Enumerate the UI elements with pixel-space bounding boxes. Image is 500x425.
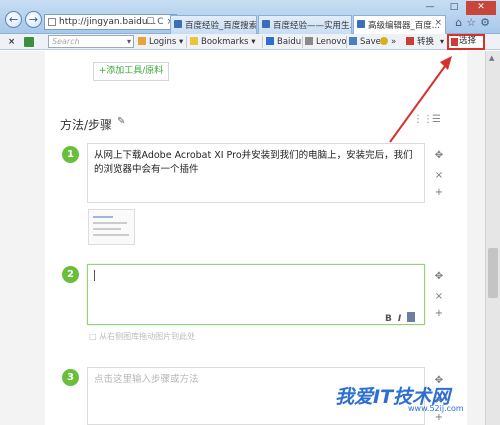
watermark-url: www.52ij.com bbox=[408, 404, 464, 413]
italic-button[interactable]: I bbox=[398, 314, 401, 324]
plugin-icon bbox=[380, 37, 388, 45]
bold-button[interactable]: B bbox=[385, 314, 392, 324]
move-icon[interactable]: ✥ bbox=[433, 271, 445, 282]
list-view-icon[interactable]: ☰ bbox=[432, 114, 441, 125]
tab-label: 高级编辑器_百度... bbox=[368, 21, 440, 31]
window-controls: — □ ✕ bbox=[418, 1, 496, 15]
toolbar-divider bbox=[262, 36, 263, 48]
tab-label: 百度经验_百度搜索 bbox=[185, 21, 257, 31]
text-cursor bbox=[94, 270, 95, 281]
add-icon[interactable]: + bbox=[433, 412, 445, 423]
add-icon[interactable]: + bbox=[433, 308, 445, 319]
step-3-placeholder: 点击这里输入步骤或方法 bbox=[94, 374, 199, 385]
convert-button[interactable]: 转换 bbox=[406, 36, 434, 48]
tab-baidu-jingyan[interactable]: 百度经验——实用生... bbox=[258, 15, 352, 34]
addon-toolbar: × Search ▾ Logins ▾ Bookmarks ▾ Baidu Le… bbox=[0, 34, 500, 50]
maximize-button[interactable]: □ bbox=[442, 1, 466, 15]
baidu-tab-icon bbox=[357, 20, 365, 28]
browser-tool-icons[interactable]: ⌂☆⚙ bbox=[455, 16, 494, 29]
bookmarks-menu[interactable]: Bookmarks ▾ bbox=[190, 36, 255, 48]
tab-close-icon[interactable]: × bbox=[434, 18, 442, 28]
tab-label: 百度经验——实用生... bbox=[273, 21, 352, 31]
scroll-up-icon[interactable]: ▲ bbox=[489, 54, 494, 62]
vertical-scrollbar[interactable]: ▲ bbox=[485, 51, 500, 425]
add-tool-button[interactable]: +添加工具/原料 bbox=[93, 62, 169, 81]
step-1-input[interactable]: 从网上下载Adobe Acrobat XI Pro并安装到我们的电脑上，安装完后… bbox=[87, 143, 425, 203]
save-button[interactable]: Save bbox=[349, 36, 381, 48]
pencil-icon[interactable]: ✎ bbox=[117, 116, 125, 127]
image-hint-text: 从右侧图库拖动图片到此处 bbox=[99, 332, 196, 341]
image-icon[interactable] bbox=[407, 312, 416, 322]
browser-titlebar: ← → http://jingyan.baidu... ☐ C × 百度经验_百… bbox=[0, 0, 500, 34]
page-icon bbox=[305, 37, 313, 45]
toolbar-divider bbox=[302, 36, 303, 48]
select-button[interactable]: 选择 bbox=[447, 34, 485, 50]
delete-icon[interactable]: × bbox=[433, 291, 445, 302]
address-text: http://jingyan.baidu... bbox=[59, 17, 157, 27]
select-icon bbox=[451, 38, 458, 46]
add-icon[interactable]: + bbox=[433, 187, 445, 198]
baidu-link[interactable]: Baidu bbox=[266, 36, 301, 48]
baidu-tab-icon bbox=[262, 20, 270, 28]
image-hint-icon: □ bbox=[89, 332, 100, 341]
lenovo-label: Lenovo bbox=[316, 37, 347, 47]
tab-baidu-search[interactable]: 百度经验_百度搜索 bbox=[170, 15, 257, 34]
toolbar-close-icon[interactable]: × bbox=[8, 36, 15, 48]
step-2-input[interactable] bbox=[87, 264, 425, 325]
logins-menu[interactable]: Logins ▾ bbox=[138, 36, 183, 48]
chevron-down-icon[interactable]: ▾ bbox=[127, 36, 131, 47]
save-icon bbox=[349, 37, 357, 45]
baidu-tab-icon bbox=[174, 20, 182, 28]
section-title: 方法/步骤 bbox=[60, 118, 113, 132]
page-icon bbox=[48, 18, 56, 26]
grid-icon[interactable] bbox=[24, 37, 34, 47]
baidu-icon bbox=[266, 37, 274, 45]
move-icon[interactable]: ✥ bbox=[433, 150, 445, 161]
save-label: Save bbox=[360, 37, 381, 47]
address-bar[interactable]: http://jingyan.baidu... ☐ C × bbox=[44, 14, 177, 30]
toolbar-search-input[interactable]: Search ▾ bbox=[48, 35, 134, 48]
baidu-label: Baidu bbox=[277, 37, 302, 47]
pdf-icon bbox=[406, 37, 414, 45]
minimize-button[interactable]: — bbox=[418, 1, 442, 15]
more-button[interactable]: » bbox=[380, 36, 396, 48]
more-label: » bbox=[391, 37, 397, 47]
toolbar-divider bbox=[186, 36, 187, 48]
select-label: 选择 bbox=[459, 36, 477, 46]
step-1-image[interactable] bbox=[88, 209, 135, 245]
back-button[interactable]: ← bbox=[5, 11, 22, 28]
close-button[interactable]: ✕ bbox=[466, 1, 496, 15]
editor-format-toolbar: BI bbox=[385, 312, 421, 324]
logins-label: Logins ▾ bbox=[149, 37, 184, 47]
step-number: 1 bbox=[62, 146, 79, 163]
lenovo-link[interactable]: Lenovo bbox=[305, 36, 347, 48]
step-number: 3 bbox=[62, 369, 79, 386]
tab-advanced-editor[interactable]: 高级编辑器_百度... × bbox=[353, 15, 446, 34]
step-1-text: 从网上下载Adobe Acrobat XI Pro并安装到我们的电脑上，安装完后… bbox=[94, 150, 413, 175]
scrollbar-thumb[interactable] bbox=[488, 248, 498, 298]
step-number: 2 bbox=[62, 266, 79, 283]
image-drop-hint: □ 从右侧图库拖动图片到此处 bbox=[89, 331, 195, 342]
star-icon bbox=[190, 37, 198, 45]
delete-icon[interactable]: × bbox=[433, 170, 445, 181]
convert-label: 转换 bbox=[417, 37, 435, 47]
search-placeholder: Search bbox=[52, 37, 80, 46]
grid-view-icon[interactable]: ⋮⋮ bbox=[413, 114, 433, 125]
bookmarks-label: Bookmarks ▾ bbox=[201, 37, 256, 47]
forward-button[interactable]: → bbox=[25, 11, 42, 28]
toolbar-divider bbox=[346, 36, 347, 48]
key-icon bbox=[138, 37, 146, 45]
chevron-down-icon[interactable]: ▾ bbox=[440, 36, 444, 48]
